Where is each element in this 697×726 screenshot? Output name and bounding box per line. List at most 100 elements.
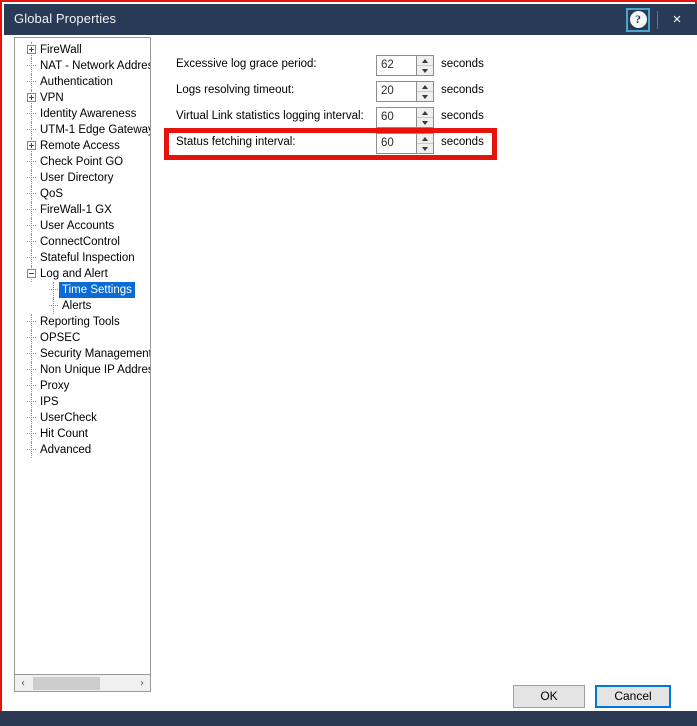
tree-item-security-management[interactable]: Security Management .: [15, 346, 150, 362]
tree-leaf-icon: [49, 289, 58, 291]
tree-leaf-icon: [49, 305, 58, 307]
tree-item-user-accounts[interactable]: User Accounts: [15, 218, 150, 234]
tree-item-remote-access[interactable]: Remote Access: [15, 138, 150, 154]
tree-leaf-icon: [27, 129, 36, 131]
tree-item-hit-count[interactable]: Hit Count: [15, 426, 150, 442]
help-button[interactable]: ?: [626, 7, 650, 32]
help-icon: ?: [629, 11, 647, 28]
expand-icon[interactable]: [27, 141, 36, 150]
title-bar: Global Properties ? ×: [4, 4, 697, 35]
field-label: Status fetching interval:: [176, 136, 296, 148]
spinner-buttons: [416, 82, 433, 101]
field-label: Logs resolving timeout:: [176, 84, 295, 96]
tree-item-vpn[interactable]: VPN: [15, 90, 150, 106]
tree-leaf-icon: [27, 241, 36, 243]
tree-leaf-icon: [27, 321, 36, 323]
tree-item-label: Advanced: [40, 444, 92, 456]
tree-item-label: UserCheck: [40, 412, 97, 424]
tree-item-stateful-inspection[interactable]: Stateful Inspection: [15, 250, 150, 266]
tree-leaf-icon: [27, 209, 36, 211]
tree-item-alerts[interactable]: Alerts: [15, 298, 150, 314]
spinner-value[interactable]: 60: [377, 134, 416, 153]
spinner-value[interactable]: 20: [377, 82, 416, 101]
spinner-up-icon[interactable]: [417, 82, 433, 92]
spinner-down-icon[interactable]: [417, 144, 433, 153]
tree-horizontal-scrollbar[interactable]: ‹ ›: [14, 675, 151, 692]
spinner-value[interactable]: 60: [377, 108, 416, 127]
tree-item-log-and-alert[interactable]: Log and Alert: [15, 266, 150, 282]
tree-item-connectcontrol[interactable]: ConnectControl: [15, 234, 150, 250]
tree-item-label: User Directory: [40, 172, 114, 184]
tree-item-utm-1-edge-gateway[interactable]: UTM-1 Edge Gateway: [15, 122, 150, 138]
tree-item-label: Reporting Tools: [40, 316, 120, 328]
close-icon[interactable]: ×: [665, 8, 689, 32]
tree-item-label: NAT - Network Addres: [40, 60, 151, 72]
spinner-down-icon[interactable]: [417, 92, 433, 101]
spinner-up-icon[interactable]: [417, 134, 433, 144]
spinner-up-icon[interactable]: [417, 56, 433, 66]
spinner-down-icon[interactable]: [417, 66, 433, 75]
tree-item-advanced[interactable]: Advanced: [15, 442, 150, 458]
tree-item-non-unique-ip-addres[interactable]: Non Unique IP Addres: [15, 362, 150, 378]
tree-leaf-icon: [27, 449, 36, 451]
field-label: Virtual Link statistics logging interval…: [176, 110, 364, 122]
tree-item-label: Hit Count: [40, 428, 88, 440]
tree-item-time-settings[interactable]: Time Settings: [15, 282, 150, 298]
tree-leaf-icon: [27, 369, 36, 371]
time-settings-form: Excessive log grace period: 62 seconds Logs…: [159, 35, 679, 675]
form-row: Virtual Link statistics logging interval…: [159, 107, 499, 129]
expand-icon[interactable]: [27, 93, 36, 102]
scroll-right-icon[interactable]: ›: [134, 676, 150, 691]
tree-item-proxy[interactable]: Proxy: [15, 378, 150, 394]
tree-item-label: FireWall-1 GX: [40, 204, 112, 216]
titlebar-divider: [657, 10, 658, 29]
scroll-track[interactable]: [31, 676, 134, 691]
tree-item-reporting-tools[interactable]: Reporting Tools: [15, 314, 150, 330]
number-spinner[interactable]: 60: [376, 133, 434, 154]
tree-item-ips[interactable]: IPS: [15, 394, 150, 410]
tree-item-label: Non Unique IP Addres: [40, 364, 151, 376]
expand-icon[interactable]: [27, 45, 36, 54]
tree-leaf-icon: [27, 337, 36, 339]
tree-item-firewall-1-gx[interactable]: FireWall-1 GX: [15, 202, 150, 218]
spinner-buttons: [416, 108, 433, 127]
tree-leaf-icon: [27, 161, 36, 163]
tree-item-label: Check Point GO: [40, 156, 124, 168]
tree-item-label: UTM-1 Edge Gateway: [40, 124, 151, 136]
form-row: Excessive log grace period: 62 seconds: [159, 55, 499, 77]
collapse-icon[interactable]: [27, 269, 36, 278]
spinner-down-icon[interactable]: [417, 118, 433, 127]
number-spinner[interactable]: 62: [376, 55, 434, 76]
tree-item-label: FireWall: [40, 44, 82, 56]
tree-item-label: VPN: [40, 92, 64, 104]
number-spinner[interactable]: 60: [376, 107, 434, 128]
scroll-thumb[interactable]: [33, 676, 100, 690]
spinner-value[interactable]: 62: [377, 56, 416, 75]
properties-tree[interactable]: FireWall NAT - Network Addres Authenticati…: [14, 37, 151, 675]
tree-item-label: Remote Access: [40, 140, 120, 152]
tree-leaf-icon: [27, 257, 36, 259]
tree-item-firewall[interactable]: FireWall: [15, 42, 150, 58]
number-spinner[interactable]: 20: [376, 81, 434, 102]
tree-item-qos[interactable]: QoS: [15, 186, 150, 202]
tree-item-label: QoS: [40, 188, 64, 200]
tree-item-label: Proxy: [40, 380, 70, 392]
tree-item-usercheck[interactable]: UserCheck: [15, 410, 150, 426]
tree-leaf-icon: [27, 193, 36, 195]
tree-item-nat-network-addres[interactable]: NAT - Network Addres: [15, 58, 150, 74]
tree-item-user-directory[interactable]: User Directory: [15, 170, 150, 186]
tree-leaf-icon: [27, 401, 36, 403]
tree-item-opsec[interactable]: OPSEC: [15, 330, 150, 346]
spinner-up-icon[interactable]: [417, 108, 433, 118]
tree-item-authentication[interactable]: Authentication: [15, 74, 150, 90]
ok-button[interactable]: OK: [513, 685, 585, 708]
cancel-button[interactable]: Cancel: [595, 685, 671, 708]
scroll-left-icon[interactable]: ‹: [15, 676, 31, 691]
tree-leaf-icon: [27, 113, 36, 115]
tree-item-check-point-go[interactable]: Check Point GO: [15, 154, 150, 170]
unit-label: seconds: [441, 58, 484, 70]
field-label: Excessive log grace period:: [176, 58, 317, 70]
global-properties-window: Global Properties ? × FireWall NAT - Netw…: [0, 0, 697, 726]
taskbar-strip: [0, 711, 697, 726]
tree-item-identity-awareness[interactable]: Identity Awareness: [15, 106, 150, 122]
